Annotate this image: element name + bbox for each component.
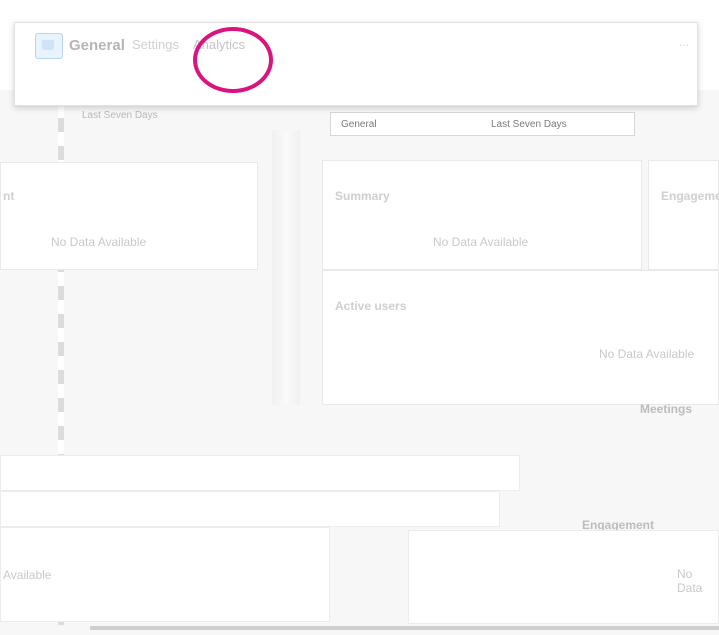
tab-general[interactable]: General [69, 37, 125, 54]
tab-settings[interactable]: Settings [132, 37, 179, 52]
date-range-label: Last Seven Days [82, 110, 158, 121]
lower-left-card-2 [0, 491, 500, 527]
active-users-empty: No Data Available [599, 347, 695, 361]
meetings-title: Meetings [640, 402, 693, 416]
filter-general[interactable]: General [341, 119, 377, 130]
summary-title: Summary [335, 189, 390, 203]
engagement-top-title: Engageme [661, 189, 719, 203]
tab-bar-window: General Settings Analytics ... [14, 22, 698, 106]
bottom-right-card: No Data [408, 530, 719, 624]
bottom-right-empty: No Data [677, 567, 703, 595]
more-menu-icon[interactable]: ... [679, 35, 689, 49]
lower-left-card [0, 455, 520, 491]
app-logo-icon [35, 33, 63, 59]
window-bottom-edge [90, 626, 719, 630]
filter-date-range[interactable]: Last Seven Days [491, 119, 567, 130]
active-users-card: Active users No Data Available [322, 270, 719, 405]
lower-bottom-card: Available [0, 527, 330, 622]
column-divider [272, 130, 300, 405]
summary-card: Summary No Data Available [322, 160, 642, 270]
summary-empty: No Data Available [433, 235, 529, 249]
active-users-title: Active users [335, 299, 407, 313]
left-card: nt No Data Available [0, 162, 258, 270]
filter-bar[interactable]: General Last Seven Days [330, 112, 635, 136]
engagement-card-top: Engageme [648, 160, 719, 270]
bottom-left-empty: Available [3, 568, 52, 582]
left-card-empty: No Data Available [51, 235, 147, 249]
left-card-title: nt [3, 189, 15, 203]
highlight-circle [193, 27, 273, 93]
